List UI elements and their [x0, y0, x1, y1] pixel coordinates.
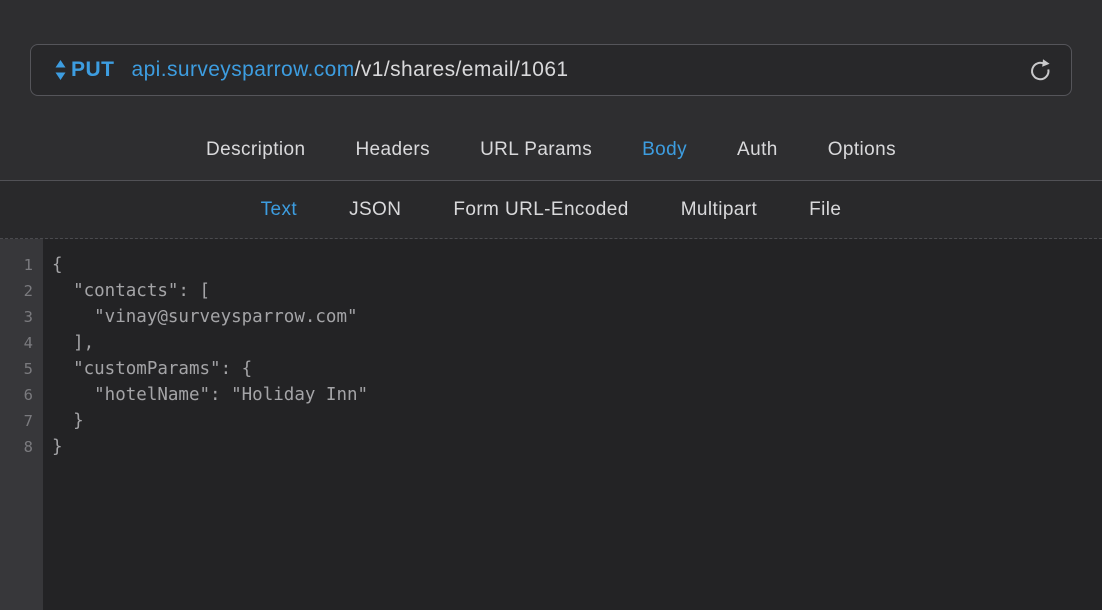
tab-headers[interactable]: Headers — [355, 139, 430, 161]
code-line[interactable]: } — [52, 408, 1102, 434]
code-line[interactable]: "customParams": { — [52, 356, 1102, 382]
method-label[interactable]: PUT — [71, 58, 115, 82]
subtab-json[interactable]: JSON — [349, 199, 401, 221]
subtab-text[interactable]: Text — [261, 199, 297, 221]
line-number: 8 — [0, 434, 33, 460]
subtab-file[interactable]: File — [809, 199, 841, 221]
tab-url-params[interactable]: URL Params — [480, 139, 592, 161]
url-input[interactable]: api.surveysparrow.com/v1/shares/email/10… — [132, 58, 569, 82]
api-client-window: PUT api.surveysparrow.com/v1/shares/emai… — [0, 0, 1102, 610]
body-text-editor[interactable]: 1 2 3 4 5 6 7 8 { "contacts": [ "vinay@s… — [0, 239, 1102, 610]
tab-auth[interactable]: Auth — [737, 139, 778, 161]
code-line[interactable]: "vinay@surveysparrow.com" — [52, 304, 1102, 330]
tab-description[interactable]: Description — [206, 139, 305, 161]
method-selector[interactable] — [55, 59, 66, 81]
line-number: 3 — [0, 304, 33, 330]
body-type-tab-bar: Text JSON Form URL-Encoded Multipart Fil… — [0, 181, 1102, 239]
subtab-multipart[interactable]: Multipart — [681, 199, 757, 221]
up-down-stepper-icon — [55, 59, 66, 81]
code-area[interactable]: { "contacts": [ "vinay@surveysparrow.com… — [43, 239, 1102, 610]
request-header: PUT api.surveysparrow.com/v1/shares/emai… — [0, 0, 1102, 181]
request-url-bar[interactable]: PUT api.surveysparrow.com/v1/shares/emai… — [30, 44, 1072, 96]
line-number: 6 — [0, 382, 33, 408]
request-tab-bar: Description Headers URL Params Body Auth… — [0, 139, 1102, 161]
subtab-form-url-encoded[interactable]: Form URL-Encoded — [453, 199, 628, 221]
tab-options[interactable]: Options — [828, 139, 896, 161]
line-number: 5 — [0, 356, 33, 382]
line-number: 2 — [0, 278, 33, 304]
reload-icon — [1027, 57, 1054, 84]
line-number-gutter: 1 2 3 4 5 6 7 8 — [0, 239, 43, 610]
tab-body[interactable]: Body — [642, 139, 687, 161]
url-path: /v1/shares/email/1061 — [355, 58, 569, 81]
line-number: 7 — [0, 408, 33, 434]
code-line[interactable]: ], — [52, 330, 1102, 356]
code-line[interactable]: { — [52, 252, 1102, 278]
line-number: 4 — [0, 330, 33, 356]
code-line[interactable]: "hotelName": "Holiday Inn" — [52, 382, 1102, 408]
send-reload-button[interactable] — [1025, 55, 1055, 85]
code-line[interactable]: } — [52, 434, 1102, 460]
code-line[interactable]: "contacts": [ — [52, 278, 1102, 304]
line-number: 1 — [0, 252, 33, 278]
url-host: api.surveysparrow.com — [132, 58, 355, 81]
